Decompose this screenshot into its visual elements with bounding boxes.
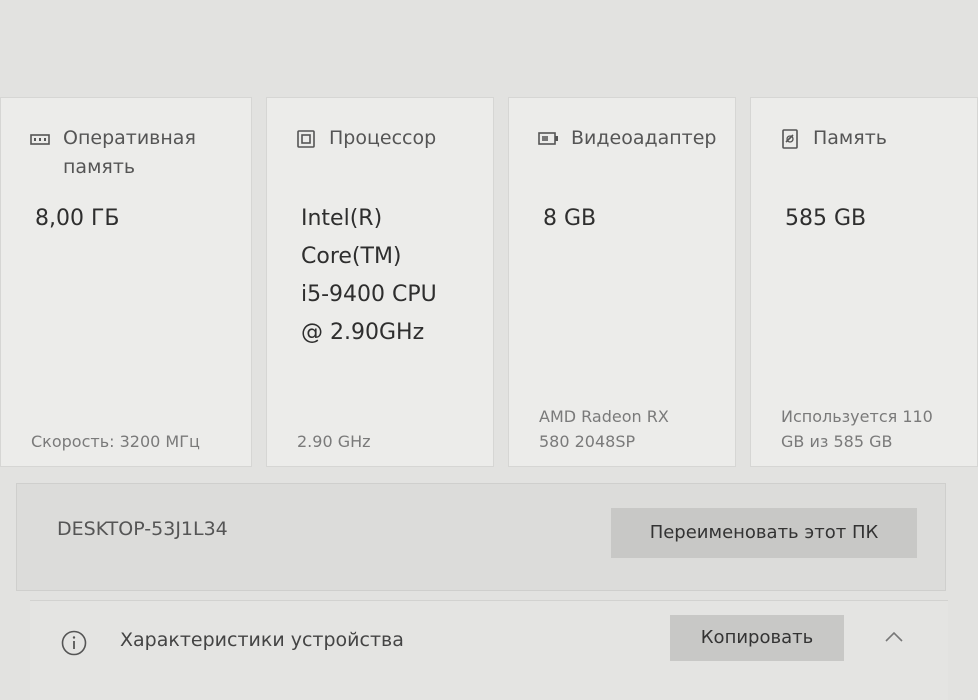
cpu-card: Процессор Intel(R) Core(TM) i5-9400 CPU … (266, 97, 494, 467)
rename-pc-button[interactable]: Переименовать этот ПК (611, 508, 917, 558)
cpu-card-value: Intel(R) Core(TM) i5-9400 CPU @ 2.90GHz (301, 206, 437, 345)
ram-card-header: Оперативная память (29, 124, 196, 182)
cpu-card-footer: 2.90 GHz (297, 432, 371, 451)
device-name-section: DESKTOP-53J1L34 Переименовать этот ПК (16, 483, 946, 591)
copy-specs-button[interactable]: Копировать (670, 615, 844, 661)
storage-drive-icon (782, 129, 798, 149)
device-specs-title: Характеристики устройства (120, 629, 404, 651)
gpu-card-title: Видеоадаптер (571, 127, 717, 149)
device-name: DESKTOP-53J1L34 (57, 518, 228, 540)
storage-card-title: Память (813, 127, 887, 149)
ram-card-title: Оперативная память (63, 127, 196, 178)
storage-card-value: 585 GB (785, 206, 867, 231)
ram-card-footer: Скорость: 3200 МГц (31, 432, 200, 451)
processor-icon (297, 130, 315, 148)
storage-card-header: Память (779, 124, 887, 153)
memory-module-icon (30, 134, 50, 145)
system-info-page: Оперативная память 8,00 ГБ Скорость: 320… (0, 0, 978, 700)
storage-card: Память 585 GB Используется 110 GB из 585… (750, 97, 978, 467)
device-specs-section[interactable]: Характеристики устройства Копировать (30, 600, 948, 700)
chevron-up-icon[interactable] (882, 625, 906, 649)
video-adapter-icon (538, 132, 558, 145)
gpu-card-footer: AMD Radeon RX 580 2048SP (539, 407, 669, 451)
gpu-card: Видеоадаптер 8 GB AMD Radeon RX 580 2048… (508, 97, 736, 467)
info-icon (61, 630, 87, 656)
gpu-card-header: Видеоадаптер (537, 124, 717, 153)
cpu-card-header: Процессор (295, 124, 436, 153)
storage-card-footer: Используется 110 GB из 585 GB (781, 407, 933, 451)
ram-card: Оперативная память 8,00 ГБ Скорость: 320… (0, 97, 252, 467)
ram-card-value: 8,00 ГБ (35, 206, 120, 231)
cpu-card-title: Процессор (329, 127, 437, 149)
gpu-card-value: 8 GB (543, 206, 597, 231)
